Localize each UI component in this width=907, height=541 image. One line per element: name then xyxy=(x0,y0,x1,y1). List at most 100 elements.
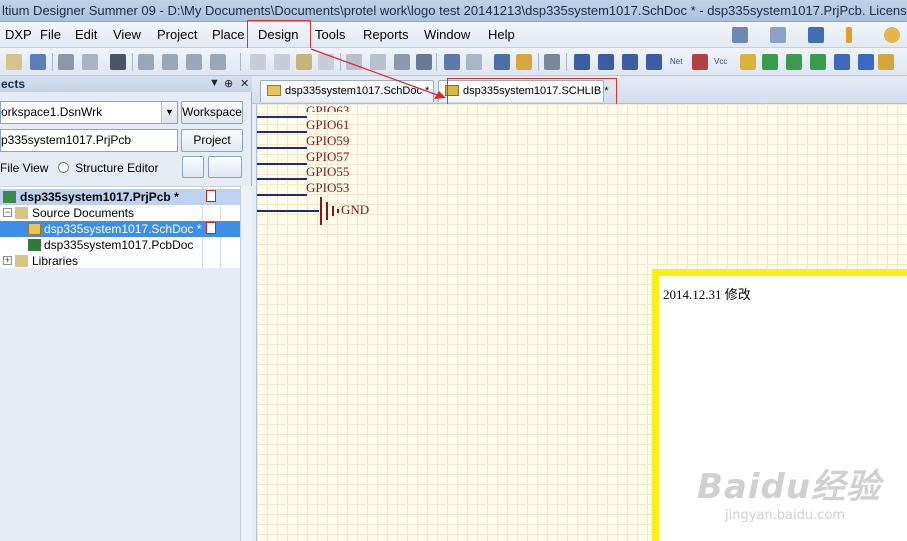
menu-view[interactable]: View xyxy=(111,22,143,48)
zoom-menu-icon[interactable] xyxy=(210,54,226,70)
probe-icon[interactable] xyxy=(846,27,852,43)
new-icon[interactable] xyxy=(6,54,22,70)
no-erc-icon[interactable] xyxy=(878,54,894,70)
hierarchy-icon[interactable] xyxy=(494,54,510,70)
collapse-icon[interactable]: − xyxy=(3,208,12,217)
harness-icon[interactable] xyxy=(858,54,874,70)
redo-icon[interactable] xyxy=(466,54,482,70)
paste-array-icon[interactable] xyxy=(318,54,334,70)
clear-icon[interactable] xyxy=(416,54,432,70)
cut-icon[interactable] xyxy=(250,54,266,70)
net-label[interactable]: GPIO59 xyxy=(306,134,349,148)
tree-item-source-documents[interactable]: − Source Documents xyxy=(0,205,240,221)
toolbar-separator xyxy=(240,53,241,71)
menu-reports[interactable]: Reports xyxy=(361,22,411,48)
cross-select-icon[interactable] xyxy=(394,54,410,70)
tree-item-pcbdoc[interactable]: dsp335system1017.PcbDoc xyxy=(0,237,240,253)
net-label[interactable]: GPIO53 xyxy=(306,181,349,195)
wire[interactable] xyxy=(257,163,307,165)
watermark-url: jingyan.baidu.com xyxy=(725,508,845,523)
copy-icon[interactable] xyxy=(274,54,290,70)
paste-icon[interactable] xyxy=(296,54,312,70)
chevron-down-icon[interactable]: ▼ xyxy=(161,102,177,123)
menu-edit[interactable]: Edit xyxy=(73,22,99,48)
tab-schdoc[interactable]: dsp335system1017.SchDoc * xyxy=(260,80,434,102)
zoom-area-icon[interactable] xyxy=(162,54,178,70)
menu-project[interactable]: Project xyxy=(155,22,199,48)
menu-file[interactable]: File xyxy=(38,22,63,48)
zoom-select-icon[interactable] xyxy=(186,54,202,70)
bus-icon[interactable] xyxy=(598,54,614,70)
schematic-filter-icon[interactable] xyxy=(732,27,748,43)
wire[interactable] xyxy=(257,131,307,133)
toolbar-separator xyxy=(538,53,539,71)
panel-dropdown-icon[interactable]: ▼ xyxy=(209,77,220,89)
part-icon[interactable] xyxy=(740,54,756,70)
port-icon[interactable] xyxy=(834,54,850,70)
schematic-canvas[interactable]: GPIO63 GPIO61 GPIO59 GPIO57 GPIO55 GPIO5… xyxy=(257,104,907,541)
ground-symbol-icon[interactable] xyxy=(315,197,341,227)
bus-entry-icon[interactable] xyxy=(622,54,638,70)
align-icon[interactable] xyxy=(770,27,786,43)
move-icon[interactable] xyxy=(370,54,386,70)
tree-item-schdoc-label: dsp335system1017.SchDoc * xyxy=(44,222,202,236)
panel-scrollbar[interactable] xyxy=(240,186,252,541)
menu-window[interactable]: Window xyxy=(422,22,472,48)
gnd-label[interactable]: GND xyxy=(341,202,369,218)
net-label[interactable]: GPIO57 xyxy=(306,150,349,164)
compass-icon[interactable] xyxy=(884,27,900,43)
wire-icon[interactable] xyxy=(574,54,590,70)
wire[interactable] xyxy=(257,210,319,212)
print-icon[interactable] xyxy=(58,54,74,70)
tree-item-source-label: Source Documents xyxy=(32,206,135,220)
file-view-option[interactable]: File View xyxy=(0,161,48,175)
project-tree: dsp335system1017.PrjPcb * − Source Docum… xyxy=(0,186,240,269)
layers-icon[interactable] xyxy=(110,54,126,70)
project-combo[interactable]: p335system1017.PrjPcb xyxy=(0,129,178,152)
tree-item-schdoc[interactable]: dsp335system1017.SchDoc * xyxy=(0,221,240,237)
workspace-button[interactable]: Workspace xyxy=(181,101,243,124)
wire[interactable] xyxy=(257,147,307,149)
power-port-icon[interactable] xyxy=(808,27,824,43)
panel-close-icon[interactable]: ✕ xyxy=(240,77,249,90)
view-mode-options: File View Structure Editor xyxy=(0,158,159,178)
compile-icon[interactable] xyxy=(544,54,560,70)
sheet-entry-icon[interactable] xyxy=(786,54,802,70)
preview-icon[interactable] xyxy=(82,54,98,70)
wire[interactable] xyxy=(257,116,307,118)
net-label[interactable]: GPIO61 xyxy=(306,118,349,132)
tree-item-libraries[interactable]: + Libraries xyxy=(0,253,240,269)
net-label[interactable]: GPIO63 xyxy=(306,104,349,112)
gnd-power-icon[interactable] xyxy=(692,54,708,70)
tree-item-project[interactable]: dsp335system1017.PrjPcb * xyxy=(0,189,240,205)
project-button[interactable]: Project xyxy=(181,129,243,152)
save-icon[interactable] xyxy=(30,54,46,70)
watermark-logo: Baidu经验 xyxy=(697,467,882,507)
workspace-combo[interactable]: orkspace1.DsnWrk ▼ xyxy=(0,101,178,124)
net-label[interactable]: GPIO55 xyxy=(306,165,349,179)
sheet-entry-line-icon[interactable] xyxy=(646,54,662,70)
zoom-fit-icon[interactable] xyxy=(138,54,154,70)
wire[interactable] xyxy=(257,178,307,180)
vcc-power-icon[interactable]: Vcc xyxy=(714,54,730,70)
panel-pin-icon[interactable]: ⊕ xyxy=(224,77,233,90)
expand-icon[interactable]: + xyxy=(3,256,12,265)
document-options-button[interactable] xyxy=(208,156,242,178)
cross-probe-icon[interactable] xyxy=(516,54,532,70)
device-sheet-icon[interactable] xyxy=(810,54,826,70)
toolbar-separator xyxy=(436,53,437,71)
select-area-icon[interactable] xyxy=(346,54,362,70)
menu-tools[interactable]: Tools xyxy=(313,22,347,48)
undo-icon[interactable] xyxy=(444,54,460,70)
sheet-symbol-icon[interactable] xyxy=(762,54,778,70)
menu-help[interactable]: Help xyxy=(486,22,517,48)
menu-place[interactable]: Place xyxy=(210,22,247,48)
tree-item-project-label: dsp335system1017.PrjPcb * xyxy=(20,190,179,204)
structure-editor-option[interactable]: Structure Editor xyxy=(75,161,158,175)
project-options-button[interactable] xyxy=(182,156,204,178)
net-label-icon[interactable]: Net xyxy=(670,54,686,70)
wire[interactable] xyxy=(257,194,307,196)
structure-editor-radio[interactable] xyxy=(57,162,69,173)
menu-dxp[interactable]: DXP xyxy=(3,22,34,48)
main-toolbar: Net Vcc xyxy=(0,48,907,76)
